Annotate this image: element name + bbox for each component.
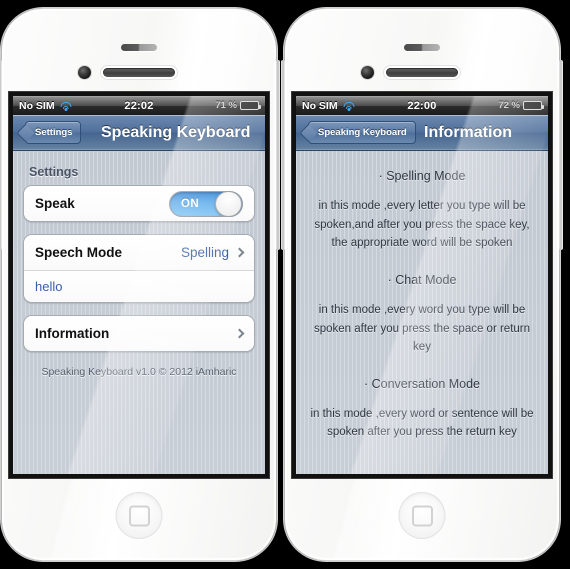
- battery-percent-label: 72 %: [498, 100, 520, 111]
- nav-bar-left: Settings Speaking Keyboard: [13, 115, 265, 151]
- row-speech-mode[interactable]: Speech Mode Spelling: [24, 235, 254, 270]
- battery-percent-label: 71 %: [215, 100, 237, 111]
- toggle-state-label: ON: [181, 197, 200, 210]
- proximity-sensor-icon: [404, 44, 440, 51]
- settings-group-information: Information: [23, 315, 255, 352]
- section-body-chat: in this mode ,every word you type will b…: [313, 303, 531, 354]
- device-screen-right: No SIM 22:00 72 % Speaking Keyboard Info…: [296, 96, 548, 474]
- information-label: Information: [35, 326, 110, 341]
- back-button-label: Settings: [35, 127, 73, 138]
- information-content: · Spelling Mode in this mode ,every lett…: [296, 151, 548, 474]
- speech-mode-value: Spelling: [180, 245, 229, 260]
- page-title: Speaking Keyboard: [101, 123, 251, 141]
- battery-icon: [240, 101, 261, 110]
- app-version-footer: Speaking Keyboard v1.0 © 2012 iAmharic: [41, 366, 237, 378]
- back-button-settings[interactable]: Settings: [25, 121, 82, 144]
- speech-mode-label: Speech Mode: [35, 245, 123, 260]
- section-heading-chat: · Chat Mode: [387, 272, 457, 287]
- back-button-speaking-keyboard[interactable]: Speaking Keyboard: [308, 121, 416, 144]
- home-button[interactable]: [115, 492, 163, 539]
- section-header-settings: Settings: [29, 165, 79, 179]
- front-camera-icon: [78, 66, 91, 79]
- speak-toggle-switch[interactable]: ON: [169, 190, 243, 217]
- back-button-label: Speaking Keyboard: [318, 127, 407, 138]
- battery-icon: [523, 101, 544, 110]
- settings-group-speech-mode: Speech Mode Spelling hello: [23, 234, 255, 303]
- nav-bar-right: Speaking Keyboard Information: [296, 115, 548, 151]
- device-screen-left: No SIM 22:02 71 % Settings Speaking Keyb…: [13, 96, 265, 474]
- chevron-right-icon: [234, 247, 245, 258]
- page-title: Information: [424, 123, 512, 141]
- home-button[interactable]: [398, 492, 446, 539]
- section-body-spelling: in this mode ,every letter you type will…: [314, 200, 530, 250]
- status-bar-left: No SIM 22:02 71 %: [13, 96, 265, 115]
- proximity-sensor-icon: [121, 44, 157, 51]
- earpiece-speaker-icon: [386, 68, 458, 77]
- earpiece-speaker-icon: [103, 68, 175, 77]
- speak-label: Speak: [35, 196, 75, 211]
- text-input-value: hello: [35, 279, 63, 294]
- settings-content: Settings Speak ON Speech Mode Spelling h…: [13, 151, 265, 474]
- iphone-device-right: No SIM 22:00 72 % Speaking Keyboard Info…: [281, 8, 563, 561]
- settings-group-speak: Speak ON: [23, 185, 255, 222]
- row-speak[interactable]: Speak ON: [24, 186, 254, 221]
- row-text-input[interactable]: hello: [24, 270, 254, 302]
- front-camera-icon: [361, 66, 374, 79]
- chevron-right-icon: [234, 328, 245, 339]
- toggle-knob: [215, 191, 242, 216]
- status-bar-right: No SIM 22:00 72 %: [296, 96, 548, 115]
- section-heading-spelling: · Spelling Mode: [378, 169, 466, 183]
- section-body-conversation: in this mode ,every word or sentence wil…: [310, 407, 534, 439]
- iphone-device-left: No SIM 22:02 71 % Settings Speaking Keyb…: [0, 8, 280, 561]
- section-heading-conversation: · Conversation Mode: [363, 376, 481, 391]
- row-information[interactable]: Information: [24, 316, 254, 351]
- screenshot-canvas: No SIM 22:02 71 % Settings Speaking Keyb…: [0, 0, 570, 569]
